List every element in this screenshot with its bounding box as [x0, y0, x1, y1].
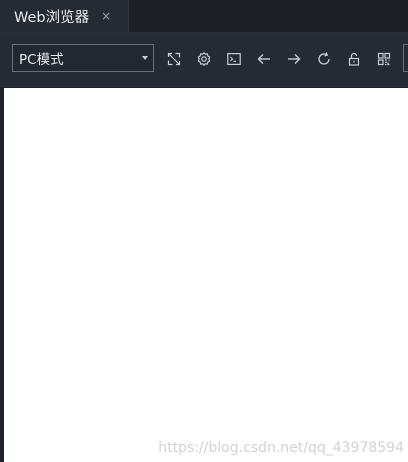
unlock-icon[interactable]	[345, 50, 363, 68]
toolbar: PC模式	[0, 33, 408, 87]
mode-select[interactable]: PC模式	[12, 44, 154, 72]
chevron-down-icon	[142, 56, 148, 60]
close-icon[interactable]: ×	[101, 10, 111, 22]
tab-title: Web浏览器	[14, 9, 90, 26]
forward-arrow-icon[interactable]	[285, 50, 303, 68]
gear-icon[interactable]	[195, 50, 213, 68]
watermark-text: https://blog.csdn.net/qq_43978594	[158, 440, 404, 456]
address-field-edge[interactable]	[403, 44, 408, 72]
console-icon[interactable]	[225, 50, 243, 68]
qr-code-icon[interactable]	[375, 50, 393, 68]
back-arrow-icon[interactable]	[255, 50, 273, 68]
tab-web-browser[interactable]: Web浏览器 ×	[0, 0, 129, 32]
refresh-icon[interactable]	[315, 50, 333, 68]
expand-icon[interactable]	[165, 50, 183, 68]
tab-bar: Web浏览器 ×	[0, 0, 408, 33]
mode-select-value: PC模式	[19, 52, 64, 68]
browser-viewport[interactable]: https://blog.csdn.net/qq_43978594	[4, 88, 408, 462]
